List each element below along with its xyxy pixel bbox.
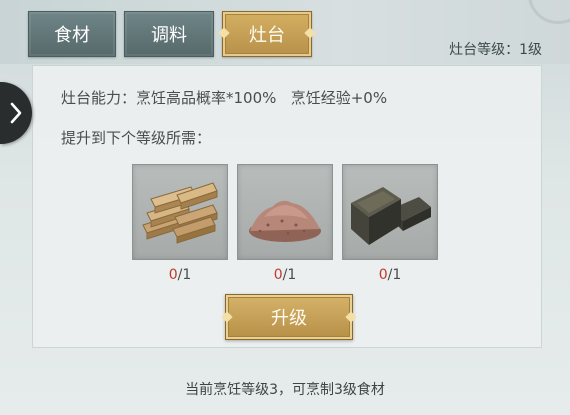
have-count: 0 [378,267,388,283]
tab-label: 灶台 [249,25,285,46]
material-count: 0/1 [132,267,228,283]
need-count: 1 [182,267,192,283]
upgrade-button[interactable]: 升级 [221,294,357,340]
have-count: 0 [273,267,283,283]
tab-stove[interactable]: 灶台 [218,11,316,57]
tab-label: 调料 [151,25,187,46]
stove-level-text: 灶台等级：1级 [449,42,542,58]
wood-planks-icon [142,182,218,244]
iron-ingot-icon [351,187,431,245]
material-slot[interactable] [237,164,333,260]
need-count: 1 [392,267,402,283]
have-count: 0 [168,267,178,283]
ability-label: 灶台能力： [61,89,137,107]
material-count: 0/1 [237,267,333,283]
quality-chance: 烹饪高品概率*100% [136,89,277,107]
material-slot[interactable] [342,164,438,260]
requirement-heading: 提升到下个等级所需： [61,129,212,147]
cooking-level-footer: 当前烹饪等级3，可烹制3级食材 [185,382,385,398]
exp-bonus: 烹饪经验+0% [290,89,388,107]
red-powder-icon [249,200,321,242]
chevron-right-icon [10,102,22,124]
tab-label: 食材 [54,25,90,46]
material-slot[interactable] [132,164,228,260]
expand-side-button[interactable] [0,82,32,144]
stove-ability-line: 灶台能力：烹饪高品概率*100% 烹饪经验+0% [61,87,387,108]
need-count: 1 [287,267,297,283]
tab-ingredients[interactable]: 食材 [28,11,116,57]
tab-seasonings[interactable]: 调料 [124,11,214,57]
material-count: 0/1 [342,267,438,283]
upgrade-label: 升级 [271,308,307,329]
